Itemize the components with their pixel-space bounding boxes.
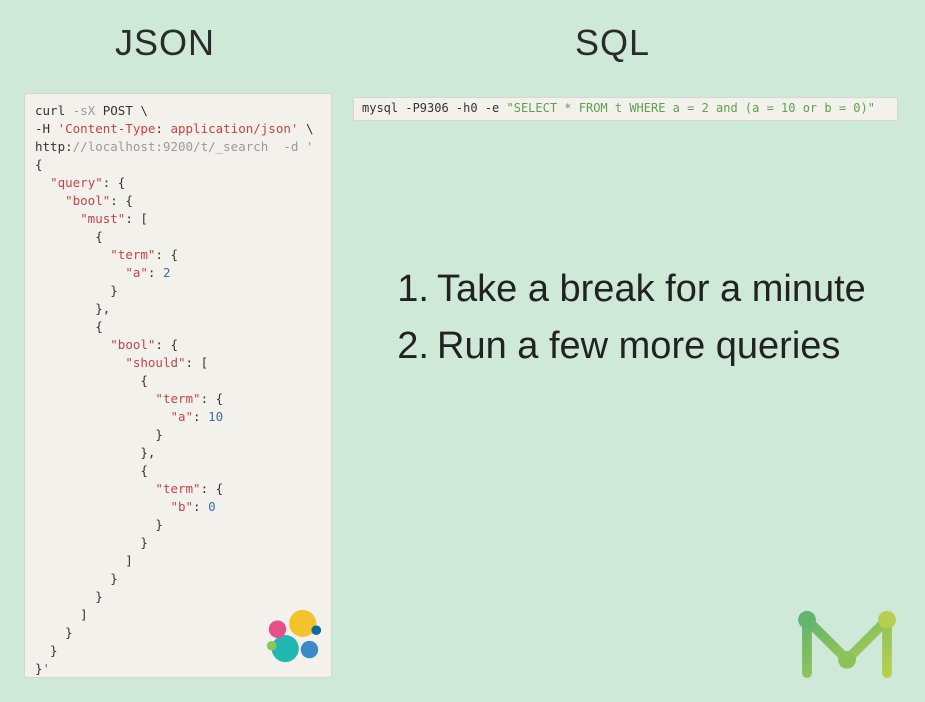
- list-item: 1. Take a break for a minute: [395, 262, 895, 317]
- json-code-block: curl -sX POST \ -H 'Content-Type: applic…: [24, 93, 332, 678]
- heading-json: JSON: [115, 22, 215, 64]
- elastic-logo-icon: [262, 605, 324, 667]
- m-logo-icon: [792, 602, 902, 682]
- bullet-list: 1. Take a break for a minute 2. Run a fe…: [395, 262, 895, 376]
- sql-code-block: mysql -P9306 -h0 -e "SELECT * FROM t WHE…: [353, 97, 898, 121]
- list-item: 2. Run a few more queries: [395, 319, 895, 374]
- heading-sql: SQL: [575, 22, 650, 64]
